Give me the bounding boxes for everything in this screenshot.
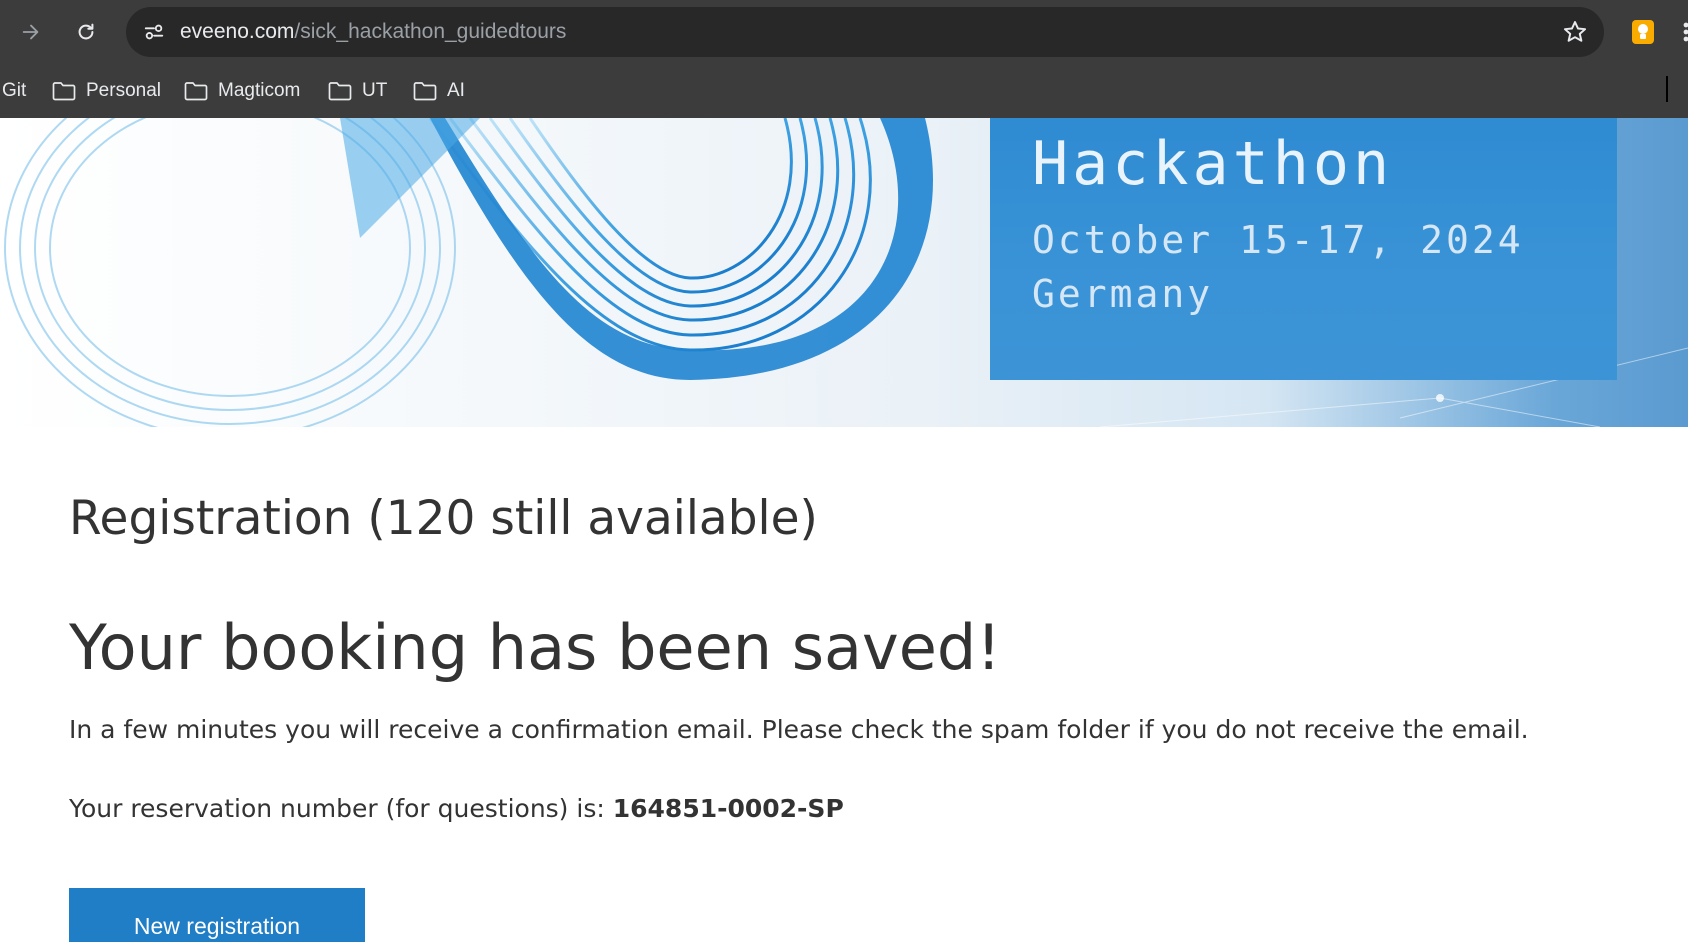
browser-menu-edge[interactable] [1680, 18, 1688, 46]
star-icon [1563, 21, 1587, 42]
url-text[interactable]: eveeno.com/sick_hackathon_guidedtours [180, 19, 566, 45]
arrow-forward-icon [22, 24, 39, 40]
bookmark-label: Personal [86, 80, 161, 101]
bookmarks-bar: Git Personal Magticom UT AI [0, 64, 1688, 118]
reservation-prefix: Your reservation number (for questions) … [69, 794, 613, 823]
new-registration-button[interactable]: New registration [69, 888, 365, 942]
forward-button[interactable] [13, 14, 49, 50]
extension-button[interactable] [1630, 18, 1656, 46]
folder-icon [328, 82, 352, 101]
reservation-info: Your reservation number (for questions) … [69, 791, 844, 827]
bookmark-folder-magticom[interactable]: Magticom [184, 76, 300, 106]
bookmark-label: AI [447, 80, 465, 101]
url-host: eveeno.com [180, 20, 295, 43]
reload-icon [78, 23, 94, 40]
site-settings-icon [144, 24, 164, 40]
event-info-box: Hackathon October 15-17, 2024 Germany [990, 118, 1617, 380]
folder-icon [413, 82, 437, 101]
event-date: October 15-17, 2024 [1032, 218, 1524, 262]
browser-chrome: eveeno.com/sick_hackathon_guidedtours Gi… [0, 0, 1688, 118]
bookmark-star-button[interactable] [1560, 17, 1590, 47]
booking-saved-heading: Your booking has been saved! [69, 611, 1002, 684]
bookmark-folder-personal[interactable]: Personal [52, 76, 161, 106]
bookmark-label: Git [2, 80, 27, 101]
site-info-button[interactable] [138, 16, 170, 48]
bookmark-git[interactable]: Git [2, 76, 26, 106]
bookmark-folder-ai[interactable]: AI [413, 76, 465, 106]
event-title: Hackathon [1032, 129, 1394, 199]
url-path: /sick_hackathon_guidedtours [294, 20, 567, 43]
bookmark-folder-ut[interactable]: UT [328, 76, 387, 106]
event-banner: Hackathon October 15-17, 2024 Germany [0, 118, 1688, 427]
event-location: Germany [1032, 272, 1214, 316]
folder-icon [52, 82, 76, 101]
bookmarks-divider [1666, 76, 1668, 102]
reservation-number: 164851-0002-SP [612, 794, 844, 823]
browser-toolbar: eveeno.com/sick_hackathon_guidedtours [0, 0, 1688, 64]
registration-heading: Registration (120 still available) [69, 491, 818, 546]
folder-icon [184, 82, 208, 101]
bookmark-label: Magticom [218, 80, 301, 101]
confirmation-message: In a few minutes you will receive a conf… [69, 715, 1529, 744]
reload-button[interactable] [68, 14, 104, 50]
bookmark-label: UT [362, 80, 388, 101]
address-bar[interactable]: eveeno.com/sick_hackathon_guidedtours [126, 7, 1604, 57]
extension-icon [1632, 20, 1654, 44]
